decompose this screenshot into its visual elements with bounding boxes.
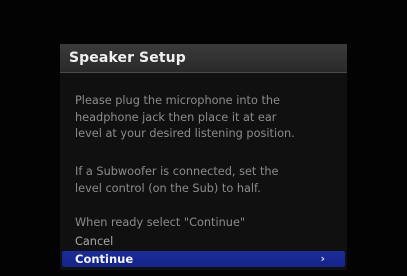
instruction-microphone: Please plug the microphone into the head… [75, 94, 295, 140]
dialog-title-bar: Speaker Setup [60, 44, 347, 73]
tv-screen: Speaker Setup Please plug the microphone… [0, 0, 407, 276]
chevron-right-icon: › [320, 252, 325, 265]
instruction-ready: When ready select "Continue" [75, 216, 246, 229]
cancel-option[interactable]: Cancel [75, 235, 113, 249]
instruction-subwoofer: If a Subwoofer is connected, set the lev… [75, 165, 279, 195]
continue-option[interactable]: Continue › [62, 251, 345, 267]
dialog-title: Speaker Setup [69, 50, 186, 66]
speaker-setup-dialog: Speaker Setup Please plug the microphone… [60, 44, 347, 270]
continue-label: Continue [75, 252, 134, 266]
